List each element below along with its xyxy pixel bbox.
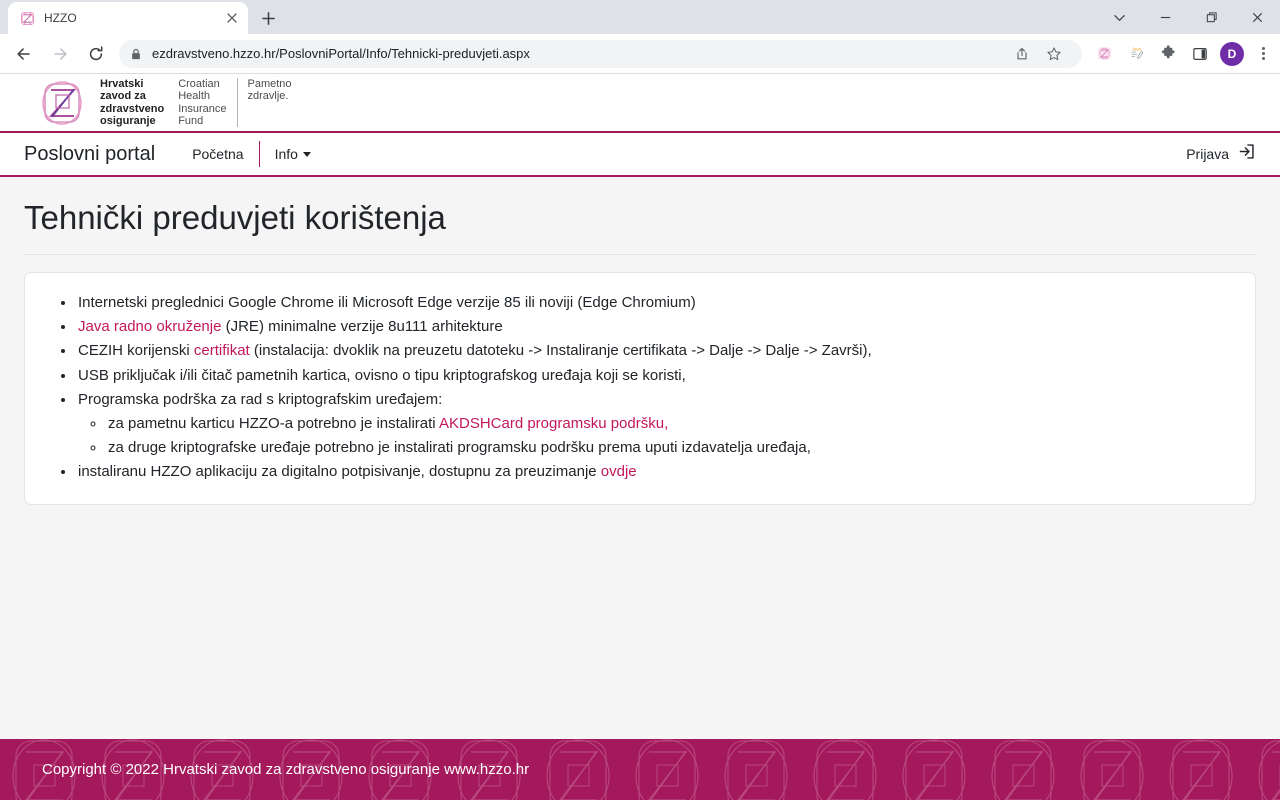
browser-window: HZZO ezdravstveno.hzzo.hr/PoslovniPortal… xyxy=(0,0,1280,800)
list-item-text: Programska podrška za rad s kriptografsk… xyxy=(78,390,443,408)
omnibox-actions xyxy=(1006,40,1070,68)
page-title: Tehnički preduvjeti korištenja xyxy=(24,199,1256,255)
navbar-right: Prijava xyxy=(1186,142,1256,166)
nav-link-label: Info xyxy=(274,146,298,162)
sidebar-item-info[interactable]: Info xyxy=(264,146,322,162)
profile-avatar[interactable]: D xyxy=(1220,41,1244,66)
address-bar[interactable]: ezdravstveno.hzzo.hr/PoslovniPortal/Info… xyxy=(119,39,1082,68)
content-link[interactable]: Java radno okruženje xyxy=(78,318,221,335)
hzzo-logo-mark xyxy=(36,79,88,127)
requirement-item: Programska podrška za rad s kriptografsk… xyxy=(76,388,1229,460)
browser-toolbar: ezdravstveno.hzzo.hr/PoslovniPortal/Info… xyxy=(0,34,1280,74)
chevron-down-icon xyxy=(302,152,311,157)
forward-button[interactable] xyxy=(45,39,75,69)
tab-title: HZZO xyxy=(44,11,77,25)
login-label: Prijava xyxy=(1186,146,1229,162)
requirement-item: USB priključak i/ili čitač pametnih kart… xyxy=(76,364,1229,388)
sign-in-icon[interactable] xyxy=(1237,142,1256,166)
requirement-subitem: za pametnu karticu HZZO-a potrebno je in… xyxy=(106,412,1229,436)
minimize-button[interactable] xyxy=(1142,0,1188,34)
window-controls xyxy=(1096,0,1280,34)
new-tab-button[interactable] xyxy=(254,4,282,32)
navbar-separator xyxy=(258,141,260,167)
content-link[interactable]: certifikat xyxy=(194,342,250,359)
list-item-text: CEZIH korijenski xyxy=(78,342,194,360)
list-item-text: Internetski preglednici Google Chrome il… xyxy=(78,293,696,311)
footer-copyright: Copyright © 2022 Hrvatski zavod za zdrav… xyxy=(42,761,530,778)
requirement-item: CEZIH korijenski certifikat (instalacija… xyxy=(76,339,1229,363)
hzzo-logo[interactable]: Hrvatski zavod za zdravstveno osiguranje… xyxy=(36,78,292,127)
star-icon[interactable] xyxy=(1040,40,1068,68)
list-item-text: (instalacija: dvoklik na preuzetu datote… xyxy=(249,342,872,360)
logo-slogan: Pametno zdravlje. xyxy=(247,78,292,103)
reload-button[interactable] xyxy=(81,39,111,69)
logo-divider xyxy=(236,78,238,127)
requirement-item: instaliranu HZZO aplikaciju za digitalno… xyxy=(76,460,1229,484)
list-item-text: USB priključak i/ili čitač pametnih kart… xyxy=(78,366,686,384)
hzzo-extension-icon[interactable] xyxy=(1090,40,1118,68)
logo-name-hr: Hrvatski zavod za zdravstveno osiguranje xyxy=(100,78,165,127)
tab-search-button[interactable] xyxy=(1096,0,1142,34)
list-item-text: za pametnu karticu HZZO-a potrebno je in… xyxy=(108,414,439,432)
site-footer: Copyright © 2022 Hrvatski zavod za zdrav… xyxy=(0,739,1280,800)
sidebar-item-pocetna[interactable]: Početna xyxy=(181,146,254,162)
lock-icon xyxy=(130,48,142,60)
nav-link-label: Početna xyxy=(192,146,244,162)
requirements-card: Internetski preglednici Google Chrome il… xyxy=(24,271,1256,506)
requirement-item: Java radno okruženje (JRE) minimalne ver… xyxy=(76,315,1229,339)
content-link[interactable]: ovdje xyxy=(601,463,637,480)
back-button[interactable] xyxy=(9,39,39,69)
share-icon[interactable] xyxy=(1008,40,1036,68)
close-window-button[interactable] xyxy=(1234,0,1280,34)
extensions-puzzle-icon[interactable] xyxy=(1154,40,1182,68)
tab-strip: HZZO xyxy=(0,0,1280,34)
hzzo-favicon xyxy=(19,10,35,26)
browser-tab-hzzo[interactable]: HZZO xyxy=(8,2,248,34)
url-text: ezdravstveno.hzzo.hr/PoslovniPortal/Info… xyxy=(152,46,530,61)
requirement-subitem: za druge kriptografske uređaje potrebno … xyxy=(106,436,1229,460)
close-icon[interactable] xyxy=(224,10,240,26)
page-viewport: Hrvatski zavod za zdravstveno osiguranje… xyxy=(0,74,1280,800)
kebab-menu-icon[interactable] xyxy=(1250,40,1276,68)
logo-name-en: Croatian Health Insurance Fund xyxy=(178,78,227,127)
navbar-links: Početna Info xyxy=(181,141,322,167)
list-item-text: instaliranu HZZO aplikaciju za digitalno… xyxy=(78,462,601,480)
site-header: Hrvatski zavod za zdravstveno osiguranje… xyxy=(0,74,1280,131)
content-link[interactable]: AKDSHCard programsku podršku, xyxy=(439,415,668,432)
java-extension-icon[interactable]: Java xyxy=(1122,40,1150,68)
svg-text:Java: Java xyxy=(1132,47,1142,52)
page-main: Tehnički preduvjeti korištenja Internets… xyxy=(0,177,1280,739)
requirement-item: Internetski preglednici Google Chrome il… xyxy=(76,291,1229,315)
logo-wordmark: Hrvatski zavod za zdravstveno osiguranje… xyxy=(100,78,292,127)
side-panel-icon[interactable] xyxy=(1186,40,1214,68)
list-item-text: za druge kriptografske uređaje potrebno … xyxy=(108,438,811,456)
requirement-sublist: za pametnu karticu HZZO-a potrebno je in… xyxy=(78,412,1229,460)
list-item-text: (JRE) minimalne verzije 8u111 arhitektur… xyxy=(221,318,503,336)
maximize-button[interactable] xyxy=(1188,0,1234,34)
navbar-brand[interactable]: Poslovni portal xyxy=(24,143,155,166)
site-navbar: Poslovni portal Početna Info Prijava xyxy=(0,131,1280,177)
requirements-list: Internetski preglednici Google Chrome il… xyxy=(51,291,1229,484)
